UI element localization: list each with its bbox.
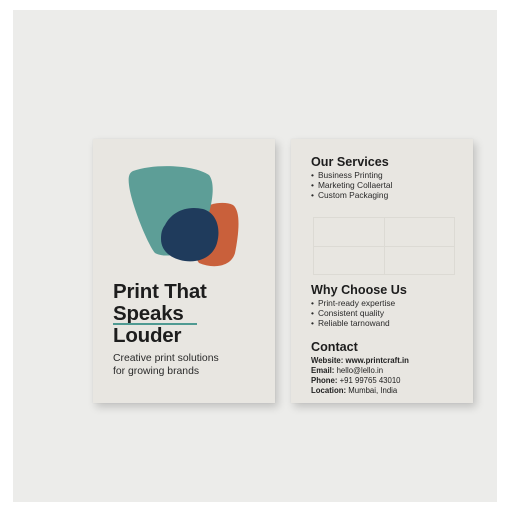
headline-line-3: Louder: [113, 324, 182, 347]
abstract-logo-shapes: [128, 166, 239, 267]
tagline-line-2: for growing brands: [113, 366, 200, 377]
list-item: Business Printing: [311, 170, 461, 180]
list-item: Print-ready expertise: [311, 298, 461, 308]
contact-title: Contact: [311, 340, 358, 354]
list-item: Custom Packaging: [311, 190, 461, 200]
headline-line-1: Print That: [113, 280, 207, 303]
why-list: Print-ready expertise Consistent quality…: [311, 298, 461, 329]
contact-location: Location: Mumbai, India: [311, 386, 398, 395]
contact-phone: Phone: +91 99765 43010: [311, 376, 401, 385]
contact-email: Email: hello@lello.in: [311, 366, 384, 375]
headline-underline: [113, 323, 197, 325]
faint-panel-grid: [313, 217, 455, 275]
list-item: Reliable tarnowand: [311, 318, 461, 328]
business-card-back: Our Services Business Printing Marketing…: [291, 139, 473, 403]
services-title: Our Services: [311, 155, 389, 169]
tagline: Creative print solutions for growing bra…: [113, 352, 273, 378]
list-item: Consistent quality: [311, 308, 461, 318]
contact-website: Website: www.printcraft.in: [311, 356, 409, 365]
list-item: Marketing Collaertal: [311, 180, 461, 190]
tagline-line-1: Creative print solutions: [113, 353, 219, 364]
mockup-background: Print That Speaks Louder Creative print …: [13, 10, 497, 502]
why-title: Why Choose Us: [311, 283, 407, 297]
headline-line-2: Speaks: [113, 302, 184, 325]
contact-details: Website: www.printcraft.in Email: hello@…: [311, 356, 471, 396]
headline: Print That Speaks Louder: [113, 281, 273, 347]
services-list: Business Printing Marketing Collaertal C…: [311, 170, 461, 201]
business-card-front: Print That Speaks Louder Creative print …: [93, 139, 275, 403]
